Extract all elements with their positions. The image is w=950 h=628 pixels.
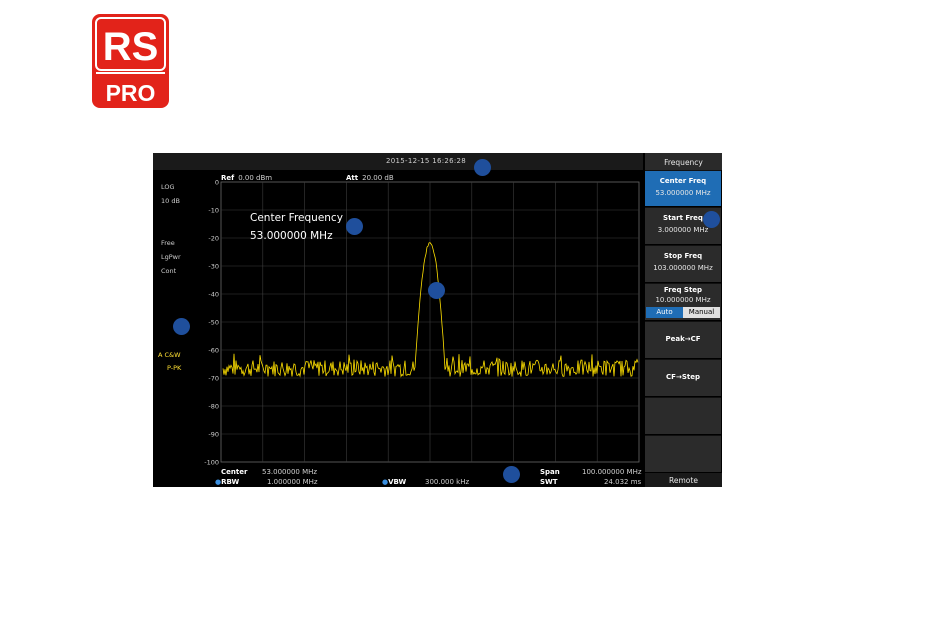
softkey-menu: Frequency Center Freq 53.000000 MHz Star… — [645, 153, 722, 487]
stop-freq-label: Stop Freq — [663, 252, 703, 260]
callout-marker-center-frequency — [346, 218, 363, 235]
center-value: 53.000000 MHz — [262, 468, 318, 476]
marker-value: 53.000000 MHz — [250, 230, 333, 242]
spectrum-trace — [222, 242, 639, 378]
vbw-key: VBW — [388, 478, 407, 486]
rbw-readout: ●RBW 1.000000 MHz — [215, 478, 318, 486]
center-key: Center — [221, 468, 248, 476]
peak-to-cf-softkey[interactable]: Peak→CF — [645, 321, 721, 358]
span-readout: Span 100.000000 MHz — [540, 468, 642, 476]
rbw-key: RBW — [221, 478, 240, 486]
swt-readout: SWT 24.032 ms — [540, 478, 641, 486]
svg-text:PRO: PRO — [106, 80, 156, 106]
marker-title: Center Frequency — [250, 212, 343, 224]
swt-value: 24.032 ms — [604, 478, 642, 486]
y-tick-label: -80 — [208, 403, 219, 411]
cf-to-step-softkey[interactable]: CF→Step — [645, 359, 721, 396]
y-tick-label: -40 — [208, 291, 219, 299]
menu-title: Frequency — [645, 153, 722, 170]
y-tick-label: -100 — [204, 459, 219, 467]
stop-freq-value: 103.000000 MHz — [653, 264, 713, 272]
center-freq-softkey[interactable]: Center Freq 53.000000 MHz — [645, 170, 721, 206]
callout-marker-left-panel — [173, 318, 190, 335]
freq-step-auto[interactable]: Auto — [646, 307, 683, 318]
svg-text:RS: RS — [103, 25, 159, 69]
cf-to-step-label: CF→Step — [666, 373, 700, 381]
vbw-value: 300.000 kHz — [425, 478, 470, 486]
y-tick-label: -60 — [208, 347, 219, 355]
y-tick-label: -20 — [208, 235, 219, 243]
peak-to-cf-label: Peak→CF — [665, 335, 701, 343]
remote-indicator: Remote — [645, 473, 722, 487]
callout-marker-datetime — [474, 159, 491, 176]
center-freq-label: Center Freq — [659, 177, 707, 185]
y-tick-label: 0 — [215, 179, 219, 187]
freq-step-label: Freq Step — [663, 286, 703, 294]
rbw-value: 1.000000 MHz — [267, 478, 318, 486]
freq-step-value: 10.000000 MHz — [655, 296, 711, 304]
y-tick-label: -50 — [208, 319, 219, 327]
y-axis-ticks: 0 -10 -20 -30 -40 -50 -60 -70 -80 -90 -100 — [204, 179, 219, 467]
empty-softkey-1[interactable] — [645, 397, 721, 434]
analyzer-screen: 2015-12-15 16:26:28 Ref 0.00 dBm Att 20.00… — [153, 153, 722, 487]
rs-pro-logo: RS PRO — [92, 14, 169, 108]
y-tick-label: -90 — [208, 431, 219, 439]
callout-marker-trace — [428, 282, 445, 299]
freq-step-toggle: Auto Manual — [646, 307, 720, 318]
y-tick-label: -70 — [208, 375, 219, 383]
y-tick-label: -30 — [208, 263, 219, 271]
empty-softkey-2[interactable] — [645, 435, 721, 472]
stop-freq-softkey[interactable]: Stop Freq 103.000000 MHz — [645, 245, 721, 282]
callout-marker-softkey — [703, 211, 720, 228]
span-value: 100.000000 MHz — [582, 468, 642, 476]
freq-step-manual[interactable]: Manual — [683, 307, 720, 318]
swt-key: SWT — [540, 478, 558, 486]
span-key: Span — [540, 468, 560, 476]
callout-marker-bottom-bar — [503, 466, 520, 483]
center-readout: Center 53.000000 MHz — [221, 468, 317, 476]
vbw-readout: ●VBW 300.000 kHz — [382, 478, 469, 486]
center-freq-value: 53.000000 MHz — [655, 189, 711, 197]
y-tick-label: -10 — [208, 207, 219, 215]
plot-grid — [220, 181, 640, 463]
spectrum-plot: 0 -10 -20 -30 -40 -50 -60 -70 -80 -90 -100 — [204, 179, 640, 467]
